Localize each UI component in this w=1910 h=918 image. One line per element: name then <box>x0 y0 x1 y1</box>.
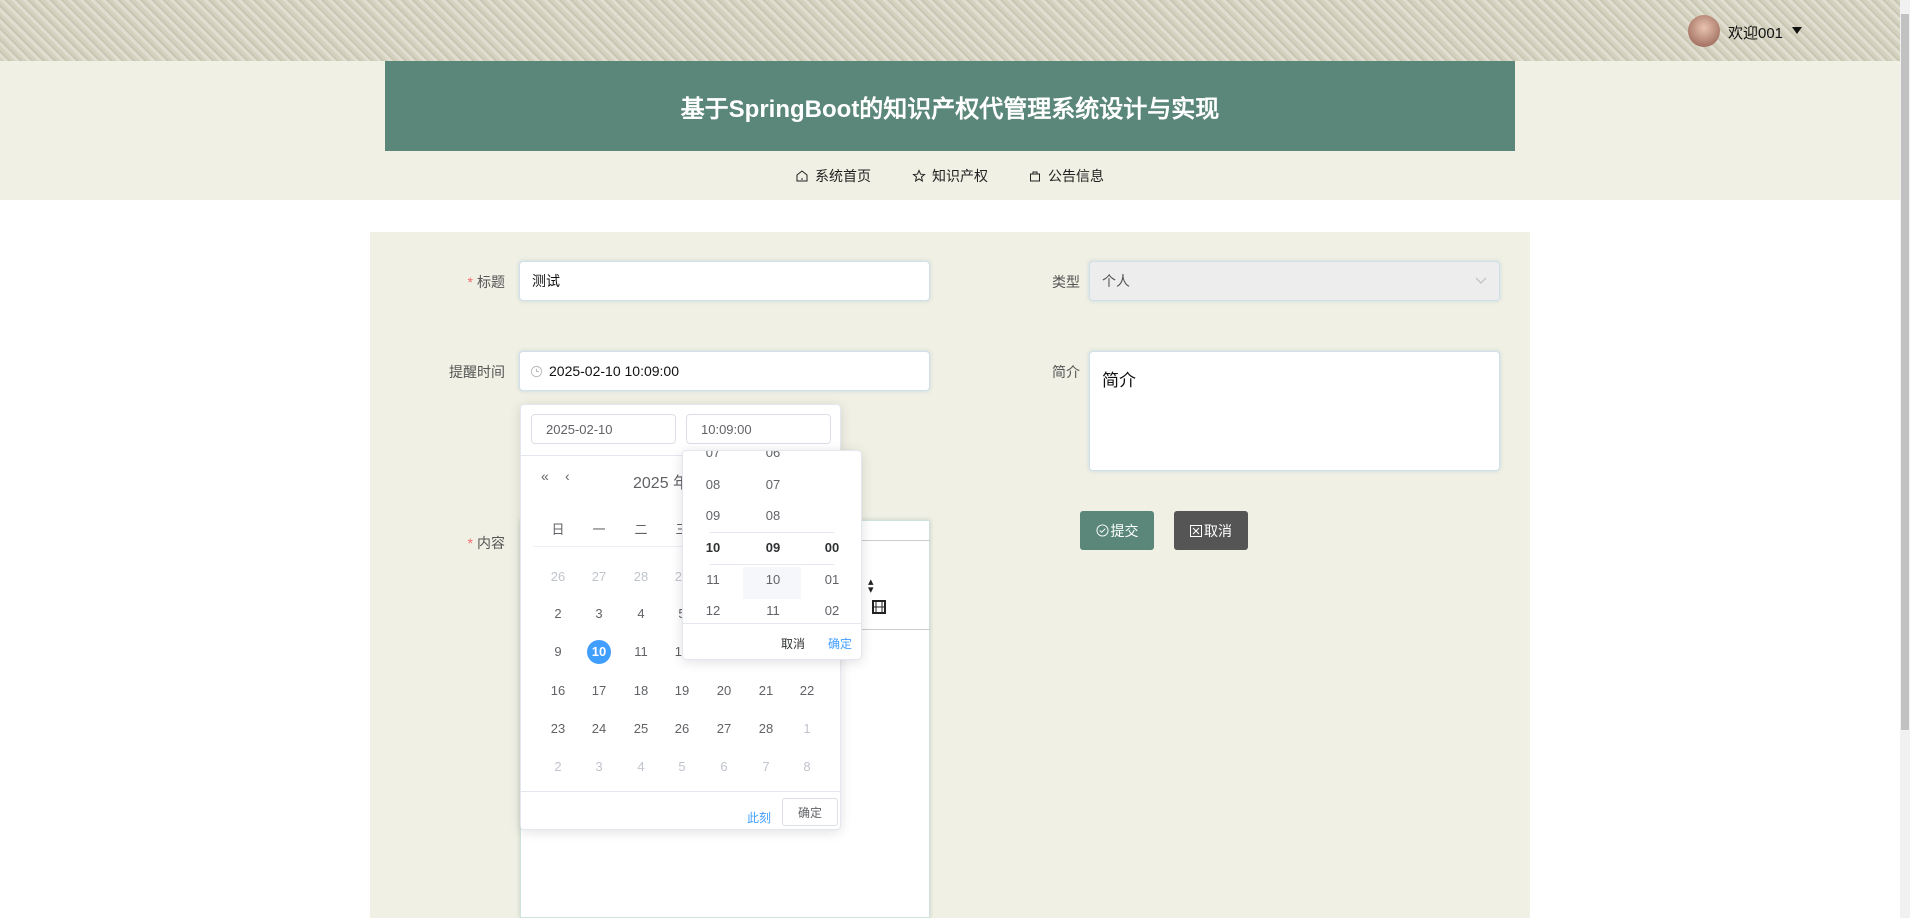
video-icon[interactable] <box>872 600 886 614</box>
caret-down-icon[interactable] <box>1792 27 1802 34</box>
day-cell[interactable]: 27 <box>706 721 742 736</box>
now-button[interactable]: 此刻 <box>747 809 771 826</box>
chevron-down-icon <box>1475 277 1487 284</box>
star-icon <box>912 169 926 183</box>
title-label: * 标题 <box>467 274 505 290</box>
day-cell[interactable]: 28 <box>748 721 784 736</box>
day-cell-selected[interactable]: 10 <box>581 640 617 664</box>
day-cell[interactable]: 17 <box>581 683 617 698</box>
check-circle-icon <box>1095 524 1109 537</box>
title-input[interactable]: 测试 <box>519 261 930 301</box>
second-option[interactable]: 00 <box>812 540 852 555</box>
remind-time-input[interactable]: 2025-02-10 10:09:00 <box>519 351 930 391</box>
nav-notice[interactable]: 公告信息 <box>1028 166 1104 186</box>
day-cell[interactable]: 20 <box>706 683 742 698</box>
day-cell[interactable]: 28 <box>623 569 659 584</box>
day-cell[interactable]: 18 <box>623 683 659 698</box>
day-cell[interactable]: 3 <box>581 759 617 774</box>
hour-option[interactable]: 12 <box>693 603 733 618</box>
day-cell[interactable]: 2 <box>540 606 576 621</box>
day-cell[interactable]: 5 <box>664 759 700 774</box>
hour-option[interactable]: 07 <box>693 451 733 460</box>
second-option[interactable]: 01 <box>812 572 852 587</box>
avatar[interactable] <box>1688 15 1720 47</box>
scrollbar-thumb[interactable] <box>1901 14 1909 730</box>
intro-label: 简介 <box>1052 364 1080 380</box>
day-cell[interactable]: 1 <box>789 721 825 736</box>
time-cancel-button[interactable]: 取消 <box>781 635 805 652</box>
minute-option[interactable]: 08 <box>753 508 793 523</box>
nav-label: 公告信息 <box>1048 168 1104 184</box>
day-cell[interactable]: 27 <box>581 569 617 584</box>
time-spinner: 07 08 09 10 11 12 06 07 08 09 10 11 00 01 02 取消 确定 <box>682 450 862 660</box>
hour-option[interactable]: 10 <box>693 540 733 555</box>
day-cell[interactable]: 9 <box>540 644 576 659</box>
day-cell[interactable]: 24 <box>581 721 617 736</box>
day-cell[interactable]: 8 <box>789 759 825 774</box>
day-cell[interactable]: 23 <box>540 721 576 736</box>
minute-option[interactable]: 06 <box>753 451 793 460</box>
day-cell[interactable]: 4 <box>623 606 659 621</box>
day-cell[interactable]: 6 <box>706 759 742 774</box>
submit-button[interactable]: 提交 <box>1080 511 1154 550</box>
day-cell[interactable]: 21 <box>748 683 784 698</box>
sort-icon[interactable]: ▴ ▾ <box>868 577 874 596</box>
weekday-header: 一 <box>592 522 606 537</box>
nav-home[interactable]: 系统首页 <box>795 166 871 186</box>
day-cell[interactable]: 26 <box>664 721 700 736</box>
remind-label: 提醒时间 <box>449 364 505 380</box>
minute-option[interactable]: 07 <box>753 477 793 492</box>
clock-icon <box>530 365 543 377</box>
type-label: 类型 <box>1052 274 1080 290</box>
hour-option[interactable]: 08 <box>693 477 733 492</box>
day-cell[interactable]: 7 <box>748 759 784 774</box>
nav-label: 系统首页 <box>815 168 871 184</box>
hour-option[interactable]: 09 <box>693 508 733 523</box>
prev-month-button[interactable]: ‹ <box>565 468 570 484</box>
day-cell[interactable]: 3 <box>581 606 617 621</box>
minute-option[interactable]: 11 <box>753 603 793 618</box>
day-cell[interactable]: 25 <box>623 721 659 736</box>
nav-ip[interactable]: 知识产权 <box>912 166 988 186</box>
nav-label: 知识产权 <box>932 168 988 184</box>
home-icon <box>796 170 808 182</box>
hour-option[interactable]: 11 <box>693 572 733 587</box>
weekday-header: 二 <box>634 522 648 537</box>
type-select[interactable]: 个人 <box>1089 261 1500 301</box>
picker-ok-button[interactable]: 确定 <box>782 798 838 826</box>
minute-option[interactable]: 10 <box>753 572 793 587</box>
top-bar <box>0 0 1900 61</box>
second-option[interactable]: 02 <box>812 603 852 618</box>
day-cell[interactable]: 19 <box>664 683 700 698</box>
day-cell[interactable]: 11 <box>623 644 659 659</box>
picker-time-input[interactable]: 10:09:00 <box>686 414 831 444</box>
minute-option[interactable]: 09 <box>753 540 793 555</box>
prev-year-button[interactable]: « <box>541 468 549 484</box>
user-menu[interactable]: 欢迎001 <box>1728 22 1783 43</box>
bag-icon <box>1030 171 1040 182</box>
day-cell[interactable]: 26 <box>540 569 576 584</box>
day-cell[interactable]: 22 <box>789 683 825 698</box>
day-cell[interactable]: 4 <box>623 759 659 774</box>
day-cell[interactable]: 2 <box>540 759 576 774</box>
close-square-icon <box>1190 524 1202 537</box>
cancel-button[interactable]: 取消 <box>1174 511 1248 550</box>
page-title: 基于SpringBoot的知识产权代管理系统设计与实现 <box>385 61 1515 151</box>
day-cell[interactable]: 16 <box>540 683 576 698</box>
time-ok-button[interactable]: 确定 <box>828 635 852 652</box>
weekday-header: 日 <box>551 522 565 537</box>
intro-textarea[interactable]: 简介 <box>1089 351 1500 471</box>
picker-date-input[interactable]: 2025-02-10 <box>531 414 676 444</box>
content-label: * 内容 <box>467 535 505 551</box>
